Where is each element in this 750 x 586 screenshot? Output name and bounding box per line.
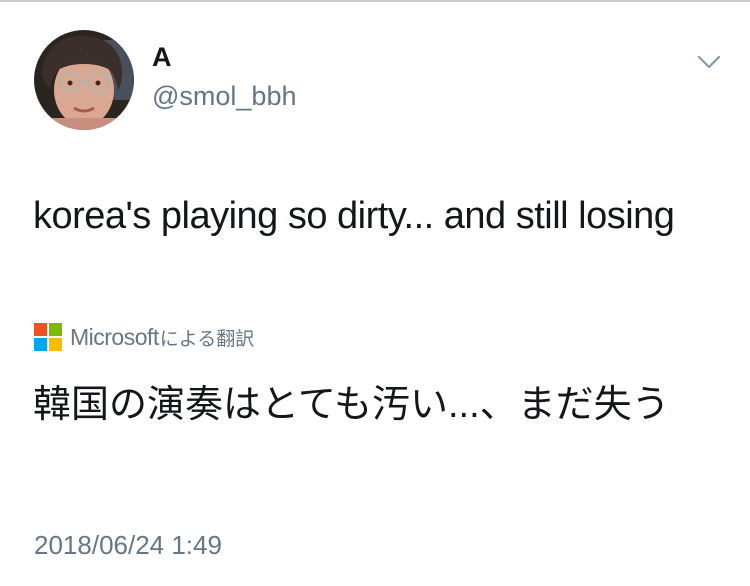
translated-text: 韓国の演奏はとても汚い...、まだ失う <box>33 384 670 426</box>
top-divider <box>0 0 750 2</box>
avatar-image <box>34 30 134 130</box>
tweet-timestamp[interactable]: 2018/06/24 1:49 <box>34 532 222 558</box>
logo-square-green <box>49 323 62 336</box>
logo-square-yellow <box>49 338 62 351</box>
chevron-down-icon <box>697 55 721 69</box>
translation-suffix: による翻訳 <box>159 328 255 350</box>
tweet-text: korea's playing so dirty... and still lo… <box>33 195 675 237</box>
translation-attribution[interactable]: Microsoft による翻訳 <box>34 322 254 352</box>
tweet-menu-button[interactable] <box>694 52 724 72</box>
logo-square-red <box>34 323 47 336</box>
display-name[interactable]: A <box>152 44 172 71</box>
user-handle[interactable]: @smol_bbh <box>152 83 296 110</box>
avatar[interactable] <box>34 30 134 130</box>
microsoft-logo-icon <box>34 323 62 351</box>
translation-brand: Microsoft <box>70 323 159 350</box>
logo-square-blue <box>34 338 47 351</box>
